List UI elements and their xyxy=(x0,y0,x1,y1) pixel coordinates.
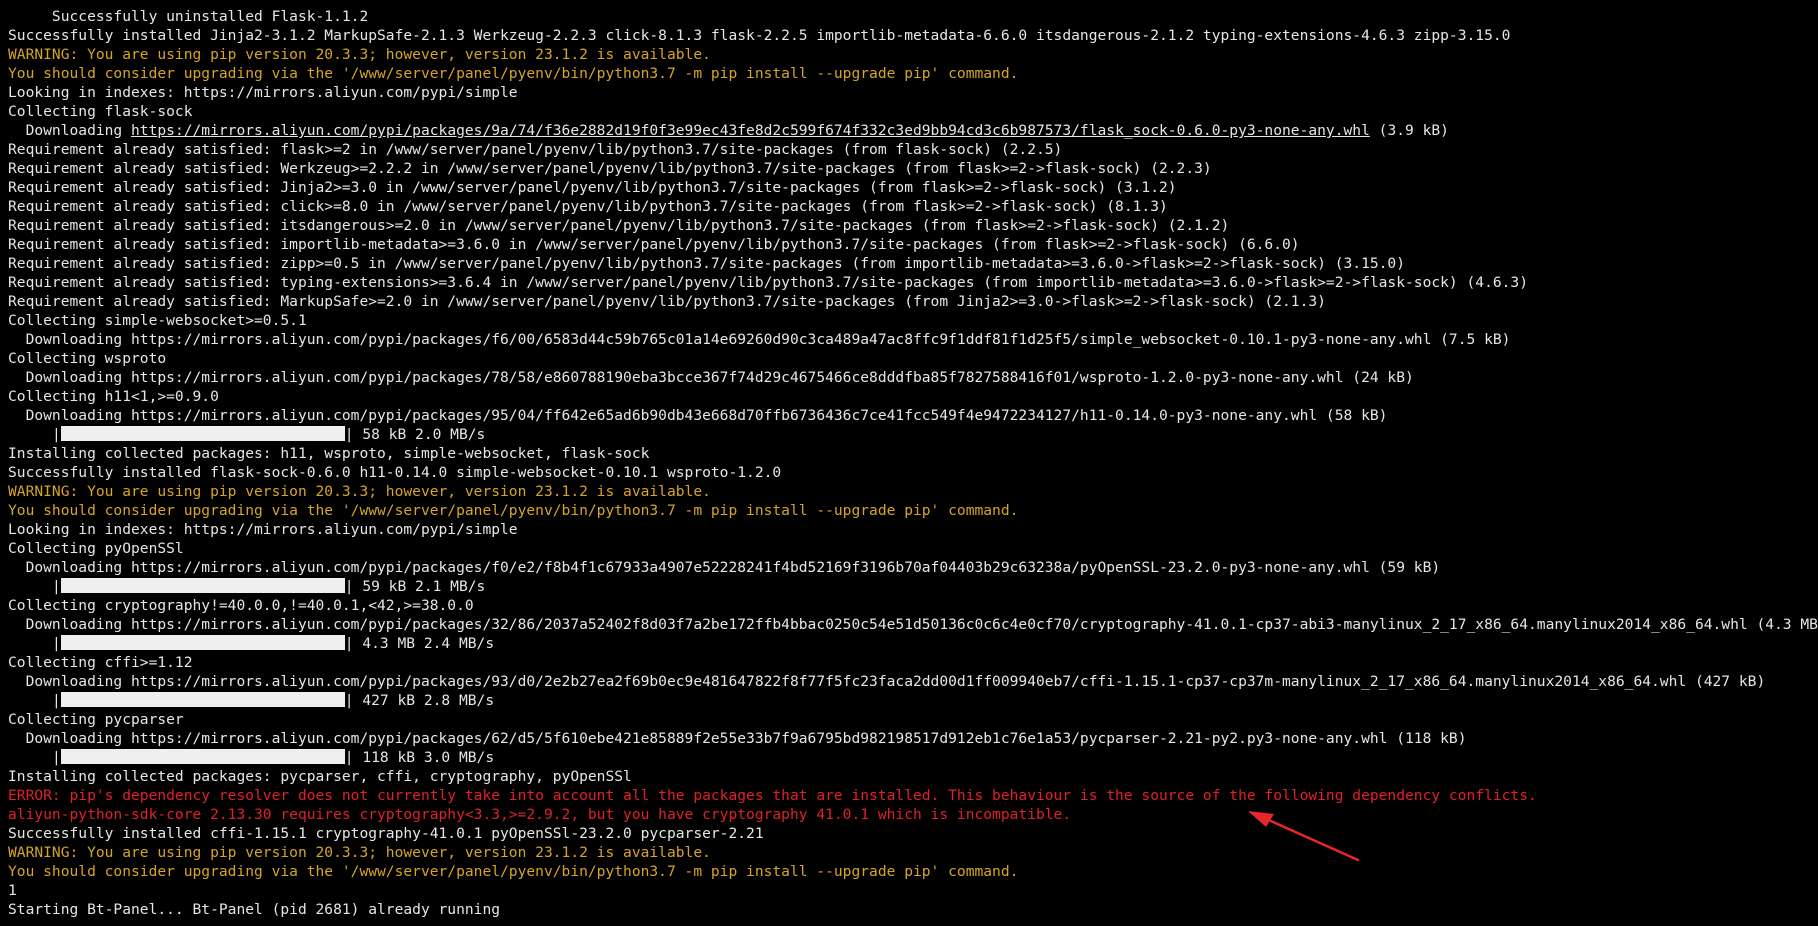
output-line: Collecting simple-websocket>=0.5.1 xyxy=(8,312,307,329)
progress-bar xyxy=(60,692,345,707)
error-line: ERROR: pip's dependency resolver does no… xyxy=(8,787,1537,804)
output-line: Downloading https://mirrors.aliyun.com/p… xyxy=(8,730,1467,747)
output-line: Collecting wsproto xyxy=(8,350,167,367)
error-line: aliyun-python-sdk-core 2.13.30 requires … xyxy=(8,806,1072,823)
output-line: Successfully installed flask-sock-0.6.0 … xyxy=(8,464,782,481)
progress-stats: 118 kB 3.0 MB/s xyxy=(362,749,495,766)
output-line: Installing collected packages: pycparser… xyxy=(8,768,632,785)
progress-bar xyxy=(60,635,345,650)
download-line: Downloading https://mirrors.aliyun.com/p… xyxy=(8,121,1818,140)
terminal-output: Successfully uninstalled Flask-1.1.2 Succ… xyxy=(8,7,1818,919)
progress-stats: 427 kB 2.8 MB/s xyxy=(362,692,495,709)
output-line: Successfully installed Jinja2-3.1.2 Mark… xyxy=(8,27,1511,44)
output-line: Requirement already satisfied: importlib… xyxy=(8,236,1300,253)
download-link[interactable]: https://mirrors.aliyun.com/pypi/packages… xyxy=(131,122,1370,139)
output-line: Downloading https://mirrors.aliyun.com/p… xyxy=(8,616,1818,633)
output-line: Requirement already satisfied: flask>=2 … xyxy=(8,141,1063,158)
warning-line: You should consider upgrading via the '/… xyxy=(8,502,1019,519)
progress-stats: 58 kB 2.0 MB/s xyxy=(362,426,486,443)
output-line: Installing collected packages: h11, wspr… xyxy=(8,445,650,462)
output-line: Requirement already satisfied: MarkupSaf… xyxy=(8,293,1326,310)
output-line: Collecting cryptography!=40.0.0,!=40.0.1… xyxy=(8,597,474,614)
progress-line: | | 427 kB 2.8 MB/s xyxy=(51,692,495,709)
progress-stats: 59 kB 2.1 MB/s xyxy=(362,578,486,595)
progress-line: | | 59 kB 2.1 MB/s xyxy=(51,578,486,595)
output-line: Starting Bt-Panel... Bt-Panel (pid 2681)… xyxy=(8,901,501,918)
output-line: Requirement already satisfied: click>=8.… xyxy=(8,198,1168,215)
output-line: Collecting pycparser xyxy=(8,711,184,728)
output-line: 1 xyxy=(8,882,17,899)
output-line: Requirement already satisfied: zipp>=0.5… xyxy=(8,255,1406,272)
output-line: Requirement already satisfied: itsdanger… xyxy=(8,217,1230,234)
output-line: Requirement already satisfied: Jinja2>=3… xyxy=(8,179,1177,196)
output-line: Downloading https://mirrors.aliyun.com/p… xyxy=(8,369,1414,386)
output-line: Requirement already satisfied: Werkzeug>… xyxy=(8,160,1212,177)
output-line: Collecting h11<1,>=0.9.0 xyxy=(8,388,219,405)
output-line: Downloading https://mirrors.aliyun.com/p… xyxy=(8,331,1511,348)
output-line: Downloading https://mirrors.aliyun.com/p… xyxy=(8,673,1766,690)
output-line: Looking in indexes: https://mirrors.aliy… xyxy=(8,84,518,101)
output-line: Collecting cffi>=1.12 xyxy=(8,654,193,671)
warning-line: WARNING: You are using pip version 20.3.… xyxy=(8,46,711,63)
output-line: Looking in indexes: https://mirrors.aliy… xyxy=(8,521,518,538)
progress-stats: 4.3 MB 2.4 MB/s xyxy=(362,635,495,652)
warning-line: WARNING: You are using pip version 20.3.… xyxy=(8,844,711,861)
output-line: Successfully installed cffi-1.15.1 crypt… xyxy=(8,825,764,842)
progress-line: | | 58 kB 2.0 MB/s xyxy=(51,426,486,443)
output-line: Successfully uninstalled Flask-1.1.2 xyxy=(8,8,369,25)
progress-line: | | 4.3 MB 2.4 MB/s xyxy=(51,635,495,652)
progress-line: | | 118 kB 3.0 MB/s xyxy=(51,749,495,766)
output-line: Requirement already satisfied: typing-ex… xyxy=(8,274,1529,291)
warning-line: You should consider upgrading via the '/… xyxy=(8,65,1019,82)
download-size: (3.9 kB) xyxy=(1369,122,1449,139)
download-prefix: Downloading xyxy=(8,122,132,139)
warning-line: You should consider upgrading via the '/… xyxy=(8,863,1019,880)
output-line: Downloading https://mirrors.aliyun.com/p… xyxy=(8,559,1441,576)
output-line: Collecting flask-sock xyxy=(8,103,193,120)
output-line: Downloading https://mirrors.aliyun.com/p… xyxy=(8,407,1388,424)
progress-bar xyxy=(60,426,345,441)
progress-bar xyxy=(60,578,345,593)
progress-bar xyxy=(60,749,345,764)
warning-line: WARNING: You are using pip version 20.3.… xyxy=(8,483,711,500)
output-line: Collecting pyOpenSSl xyxy=(8,540,184,557)
